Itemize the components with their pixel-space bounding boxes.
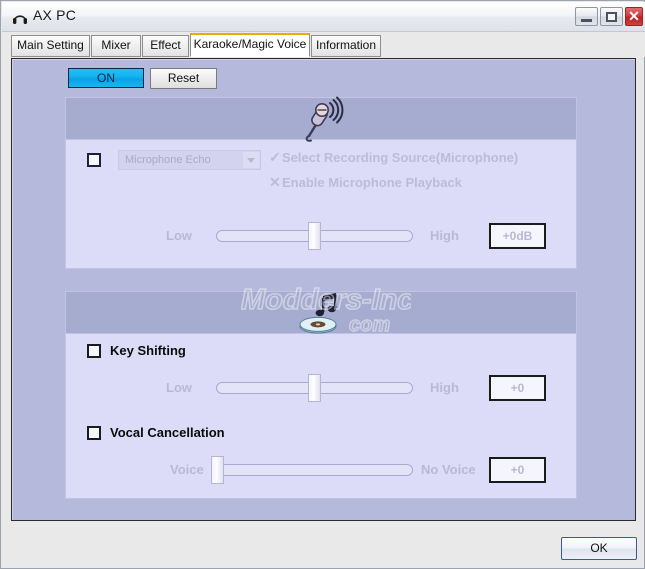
tab-information[interactable]: Information bbox=[311, 35, 381, 57]
tab-effect[interactable]: Effect bbox=[142, 35, 189, 57]
ok-button[interactable]: OK bbox=[561, 537, 637, 560]
microphone-effect-value: Microphone Echo bbox=[125, 154, 211, 166]
key-shifting-slider-row: Low High +0 bbox=[66, 368, 578, 402]
key-shifting-checkbox[interactable] bbox=[87, 344, 101, 358]
echo-slider-min-label: Low bbox=[166, 228, 192, 243]
vocal-cancellation-slider-min-label: Voice bbox=[170, 462, 204, 477]
echo-slider-max-label: High bbox=[430, 228, 459, 243]
vocal-cancellation-slider-row: Voice No Voice +0 bbox=[66, 450, 578, 484]
vocal-cancellation-slider-track[interactable] bbox=[216, 464, 413, 476]
microphone-section: Microphone Echo ✓ Select Recording Sourc… bbox=[65, 96, 578, 269]
key-shifting-slider-thumb[interactable] bbox=[308, 374, 321, 402]
vocal-cancellation-checkbox[interactable] bbox=[87, 426, 101, 440]
vocal-cancellation-slider-max-label: No Voice bbox=[421, 462, 476, 477]
select-recording-source-status: Select Recording Source(Microphone) bbox=[282, 150, 519, 165]
music-section-header bbox=[66, 292, 576, 334]
cd-music-note-icon bbox=[295, 290, 347, 336]
close-icon: ✕ bbox=[628, 8, 640, 24]
microphone-effect-select[interactable]: Microphone Echo bbox=[118, 150, 261, 170]
microphone-section-header bbox=[66, 96, 576, 142]
key-shifting-label: Key Shifting bbox=[110, 343, 186, 358]
microphone-echo-checkbox[interactable] bbox=[87, 153, 101, 167]
application-window: AX PC ✕ Main Setting Mixer Effect Karaok… bbox=[0, 0, 645, 569]
enable-microphone-playback-x-icon: ✕ bbox=[269, 174, 281, 190]
tab-mixer[interactable]: Mixer bbox=[91, 35, 141, 57]
vocal-cancellation-value-box: +0 bbox=[489, 457, 546, 483]
select-recording-source-check-icon: ✓ bbox=[269, 149, 281, 165]
key-shifting-slider-min-label: Low bbox=[166, 380, 192, 395]
close-button[interactable]: ✕ bbox=[625, 7, 643, 26]
karaoke-settings-panel: ON Reset Microphone Echo ✓ Select Record… bbox=[11, 58, 636, 521]
maximize-icon bbox=[606, 12, 617, 22]
tab-main-setting[interactable]: Main Setting bbox=[11, 35, 90, 57]
minimize-icon bbox=[581, 19, 592, 22]
reset-button[interactable]: Reset bbox=[150, 68, 217, 89]
vocal-cancellation-label: Vocal Cancellation bbox=[110, 425, 225, 440]
microphone-echo-slider-row: Low High +0dB bbox=[66, 216, 578, 250]
echo-slider-thumb[interactable] bbox=[308, 222, 321, 250]
key-shifting-slider-max-label: High bbox=[430, 380, 459, 395]
microphone-icon bbox=[295, 96, 347, 142]
window-title: AX PC bbox=[33, 7, 77, 23]
music-section: Key Shifting Low High +0 Vocal Cancellat… bbox=[65, 291, 577, 499]
maximize-button[interactable] bbox=[600, 7, 623, 26]
key-shifting-value-box: +0 bbox=[489, 375, 546, 401]
minimize-button[interactable] bbox=[575, 7, 598, 26]
echo-value-box: +0dB bbox=[489, 223, 546, 249]
headphones-icon bbox=[11, 8, 29, 26]
enable-microphone-playback-status: Enable Microphone Playback bbox=[282, 175, 462, 190]
power-on-button[interactable]: ON bbox=[68, 68, 144, 88]
tab-karaoke-magic-voice[interactable]: Karaoke/Magic Voice bbox=[190, 33, 310, 57]
title-bar: AX PC ✕ bbox=[2, 2, 645, 32]
tab-strip: Main Setting Mixer Effect Karaoke/Magic … bbox=[2, 32, 645, 57]
vocal-cancellation-slider-thumb[interactable] bbox=[211, 456, 224, 484]
chevron-down-icon[interactable] bbox=[243, 152, 259, 168]
